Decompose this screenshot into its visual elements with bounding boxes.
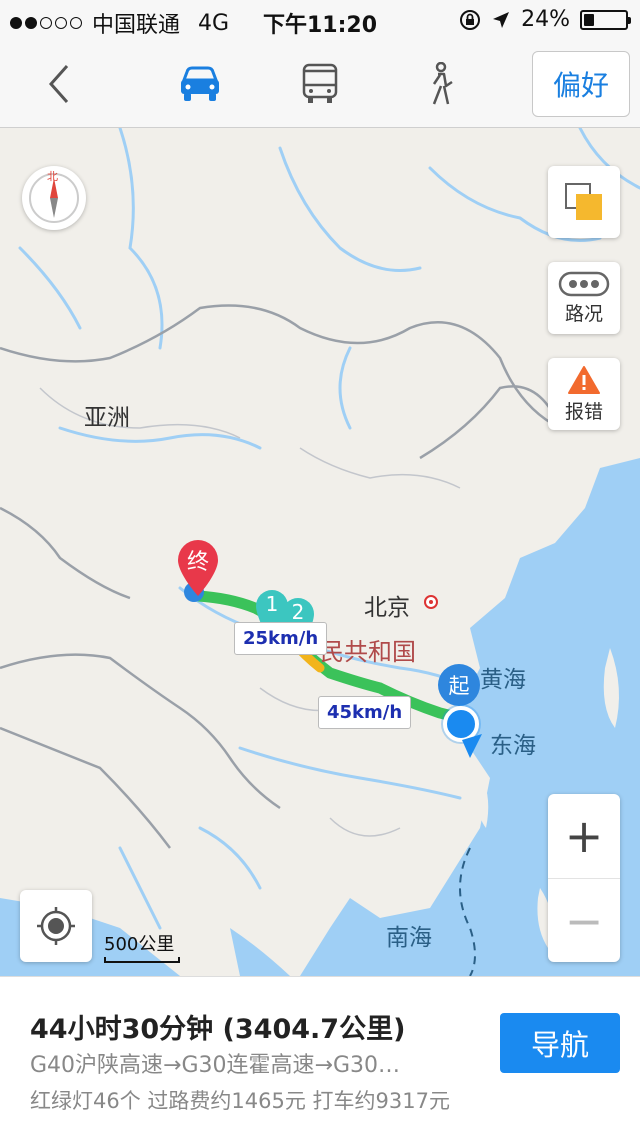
route-roads: G40沪陕高速→G30连霍高速→G30…	[30, 1053, 400, 1078]
navigate-button[interactable]: 导航	[500, 1013, 620, 1073]
status-bar: 中国联通 4G 下午11:20 24%	[0, 0, 640, 40]
heading-arrow-icon	[462, 734, 482, 758]
route-summary: 44小时30分钟 (3404.7公里)	[30, 1014, 406, 1045]
map-scale: 500公里	[104, 930, 180, 963]
battery-percent: 24%	[521, 7, 570, 32]
capital-icon	[424, 595, 438, 609]
zoom-control: + −	[548, 794, 620, 962]
compass-north-label: 北	[47, 170, 58, 183]
back-button[interactable]	[30, 60, 90, 108]
battery-icon	[580, 9, 631, 30]
route-info: 红绿灯46个 过路费约1465元 打车约9317元	[30, 1089, 450, 1113]
start-marker[interactable]: 起	[438, 664, 480, 706]
map-label-yellow-sea: 黄海	[480, 667, 526, 693]
rotation-lock-icon	[460, 9, 481, 30]
traffic-button[interactable]: 路况	[548, 262, 620, 334]
map-label-east-sea: 东海	[490, 733, 536, 759]
map-label-south-sea: 南海	[386, 925, 432, 951]
traffic-icon	[558, 271, 610, 296]
route-mode-toolbar: 偏好	[0, 40, 640, 128]
end-marker-label: 终	[186, 550, 209, 575]
preference-button[interactable]: 偏好	[532, 51, 630, 117]
zoom-in-button[interactable]: +	[548, 794, 620, 878]
location-arrow-icon	[493, 11, 510, 28]
map-label-beijing: 北京	[364, 595, 410, 621]
scale-label: 500公里	[104, 934, 175, 955]
crosshair-icon	[37, 907, 75, 945]
chevron-left-icon	[48, 65, 69, 103]
route-map[interactable]: 北 路况 报错 亚洲 北京 民共和国 黄海 东海 南海 终 1 2 25km/h…	[0, 128, 640, 976]
layers-button[interactable]	[548, 166, 620, 238]
scale-bar	[104, 957, 180, 963]
walk-mode-tab[interactable]	[410, 60, 470, 108]
zoom-out-button[interactable]: −	[548, 878, 620, 962]
car-icon	[181, 66, 219, 101]
warning-icon	[568, 365, 600, 394]
layers-icon	[565, 183, 602, 220]
route-summary-panel[interactable]: 44小时30分钟 (3404.7公里) G40沪陕高速→G30连霍高速→G30……	[0, 976, 640, 1136]
map-label-asia: 亚洲	[84, 405, 130, 431]
bus-mode-tab[interactable]	[290, 60, 350, 108]
locate-button[interactable]	[20, 890, 92, 962]
speed-label-1: 25km/h	[234, 622, 328, 655]
traffic-label: 路况	[564, 302, 603, 325]
bus-icon	[302, 63, 338, 103]
walk-icon	[432, 62, 453, 105]
end-marker[interactable]: 终	[174, 538, 222, 604]
speed-label-2: 45km/h	[318, 696, 412, 729]
map-base	[0, 128, 640, 976]
compass-button[interactable]: 北	[22, 166, 86, 230]
map-label-country: 民共和国	[320, 638, 416, 666]
report-label: 报错	[564, 400, 603, 423]
report-error-button[interactable]: 报错	[548, 358, 620, 430]
waypoint-label-2: 2	[291, 600, 305, 624]
car-mode-tab[interactable]	[170, 60, 230, 108]
start-marker-label: 起	[448, 674, 470, 698]
